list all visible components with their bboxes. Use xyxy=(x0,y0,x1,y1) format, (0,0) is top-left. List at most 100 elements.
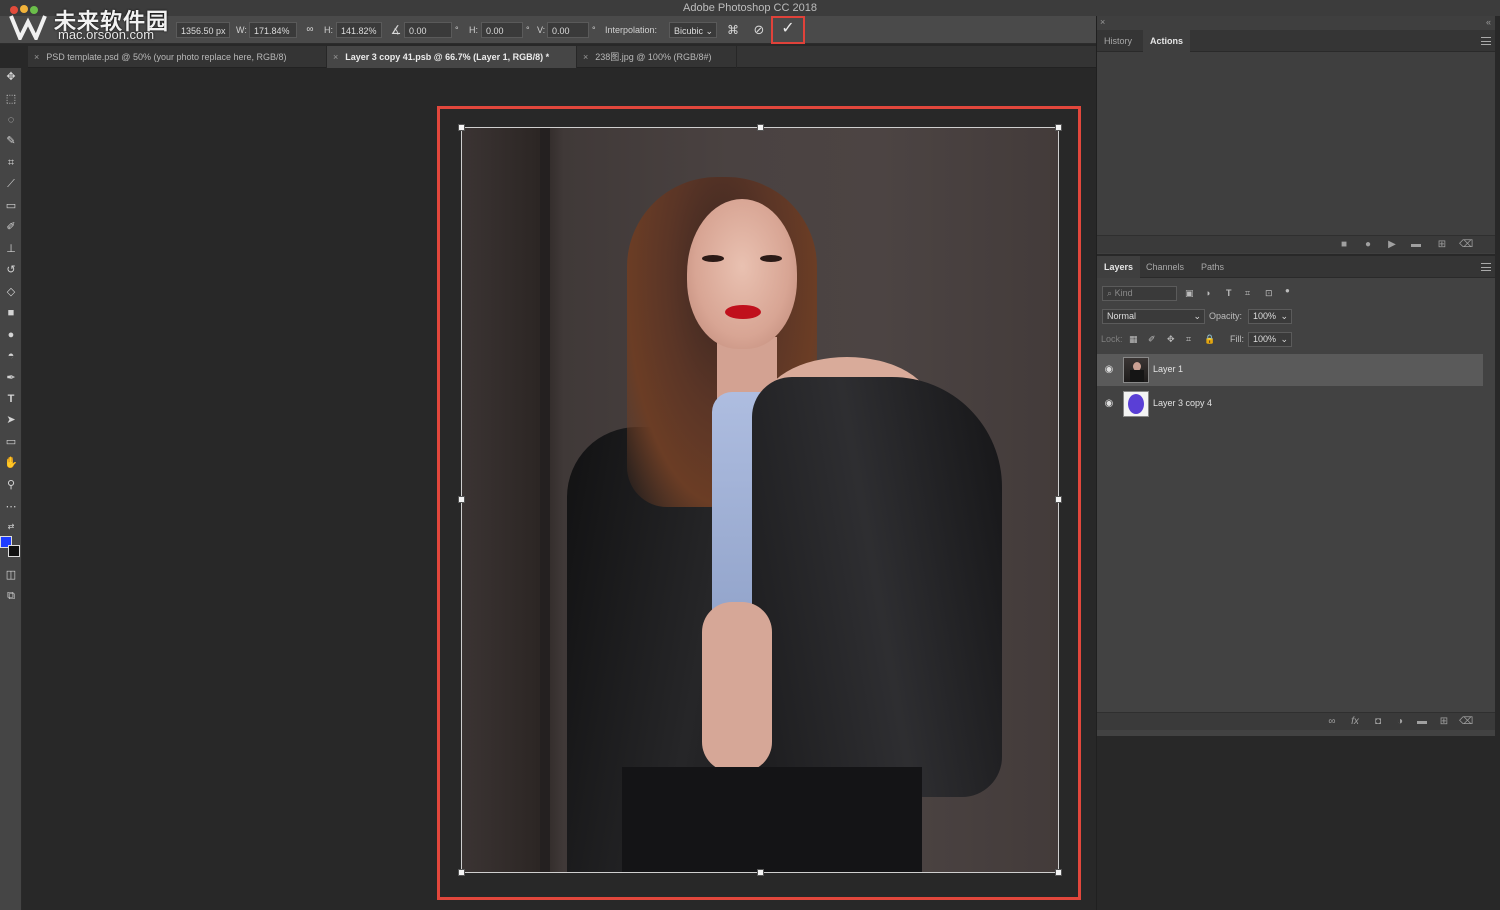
lock-artboard-icon[interactable]: ⌗ xyxy=(1186,332,1191,347)
zoom-tool-icon[interactable]: ⚲ xyxy=(2,476,20,494)
document-tab-active[interactable]: × Layer 3 copy 41.psb @ 66.7% (Layer 1, R… xyxy=(327,46,577,68)
transform-handle-bottom-left[interactable] xyxy=(458,869,465,876)
lock-transparent-icon[interactable]: ▦ xyxy=(1129,332,1138,347)
panel-menu-icon[interactable] xyxy=(1481,263,1491,271)
trash-icon[interactable]: ⌫ xyxy=(1459,715,1473,729)
screen-mode-icon[interactable]: ⧉ xyxy=(2,587,20,605)
collapse-panel-icon[interactable]: « xyxy=(1486,17,1491,27)
crop-tool-icon[interactable]: ⌗ xyxy=(2,154,20,172)
history-brush-tool-icon[interactable]: ↺ xyxy=(2,261,20,279)
rectangle-tool-icon[interactable]: ▭ xyxy=(2,433,20,451)
filter-toggle-icon[interactable]: ● xyxy=(1285,283,1290,298)
opacity-label: Opacity: xyxy=(1209,311,1243,321)
search-icon: ⌕ xyxy=(1107,288,1113,298)
gradient-tool-icon[interactable]: ■ xyxy=(2,304,20,322)
eyedropper-tool-icon[interactable]: ⟋ xyxy=(2,175,20,193)
filter-type-icon[interactable]: T xyxy=(1226,286,1232,301)
dodge-tool-icon[interactable]: ◓ xyxy=(2,347,20,365)
panel-menu-icon[interactable] xyxy=(1481,37,1491,45)
hskew-label: H: xyxy=(469,25,478,35)
tab-channels[interactable]: Channels xyxy=(1139,256,1191,278)
horizontal-skew-field[interactable]: 0.00 xyxy=(481,22,523,38)
layer-row[interactable]: ◉ Layer 3 copy 4 xyxy=(1097,388,1483,420)
vertical-skew-field[interactable]: 0.00 xyxy=(547,22,589,38)
type-tool-icon[interactable]: T xyxy=(2,390,20,408)
quick-mask-icon[interactable]: ◫ xyxy=(2,566,20,584)
move-tool-icon[interactable]: ✥ xyxy=(2,68,20,86)
fx-icon[interactable]: fx xyxy=(1348,715,1362,729)
close-panel-icon[interactable]: × xyxy=(1100,17,1105,27)
new-group-folder-icon[interactable]: ▬ xyxy=(1415,715,1429,729)
document-tab[interactable]: × PSD template.psd @ 50% (your photo repl… xyxy=(28,46,327,68)
layer-row[interactable]: ◉ Layer 1 xyxy=(1097,354,1483,386)
close-tab-icon[interactable]: × xyxy=(583,52,588,62)
lock-all-icon[interactable]: 🔒 xyxy=(1204,332,1215,347)
blur-tool-icon[interactable]: ● xyxy=(2,326,20,344)
document-tab[interactable]: × 238图.jpg @ 100% (RGB/8#) xyxy=(577,46,737,68)
add-mask-icon[interactable]: ◘ xyxy=(1371,715,1385,729)
link-layers-icon[interactable]: ∞ xyxy=(1325,715,1339,729)
transform-handle-right[interactable] xyxy=(1055,496,1062,503)
marquee-tool-icon[interactable]: ⬚ xyxy=(2,90,20,108)
healing-brush-tool-icon[interactable]: ▭ xyxy=(2,197,20,215)
trash-icon[interactable]: ⌫ xyxy=(1459,238,1473,252)
warp-mode-icon[interactable]: ⌘ xyxy=(725,22,741,38)
blend-mode-select[interactable]: Normal ⌄ xyxy=(1102,309,1205,324)
new-set-folder-icon[interactable]: ▬ xyxy=(1409,238,1423,252)
width-field[interactable]: 171.84% xyxy=(249,22,297,38)
swap-colors-icon[interactable]: ⇄ xyxy=(2,518,20,536)
filter-shape-icon[interactable]: ⌗ xyxy=(1245,286,1250,301)
new-action-icon[interactable]: ⊞ xyxy=(1435,238,1449,252)
record-icon[interactable]: ● xyxy=(1361,238,1375,252)
filter-kind-label: Kind xyxy=(1114,288,1133,298)
new-layer-icon[interactable]: ⊞ xyxy=(1437,715,1451,729)
transform-handle-left[interactable] xyxy=(458,496,465,503)
path-selection-tool-icon[interactable]: ➤ xyxy=(2,411,20,429)
transform-handle-bottom[interactable] xyxy=(757,869,764,876)
close-tab-icon[interactable]: × xyxy=(333,52,338,62)
eye-icon[interactable]: ◉ xyxy=(1103,399,1115,409)
adjustment-layer-icon[interactable]: ◑ xyxy=(1393,715,1407,729)
lasso-tool-icon[interactable]: ◌ xyxy=(2,111,20,129)
clone-stamp-tool-icon[interactable]: ⊥ xyxy=(2,240,20,258)
transform-handle-top[interactable] xyxy=(757,124,764,131)
chevron-down-icon: ⌄ xyxy=(1193,311,1201,321)
free-transform-bounding-box[interactable] xyxy=(461,127,1059,873)
transform-handle-top-right[interactable] xyxy=(1055,124,1062,131)
chain-link-icon[interactable]: ∞ xyxy=(302,22,318,38)
cancel-transform-icon[interactable]: ⊘ xyxy=(751,22,767,38)
x-position-field[interactable]: 1356.50 px xyxy=(176,22,230,38)
stop-icon[interactable]: ■ xyxy=(1337,238,1351,252)
lock-image-icon[interactable]: ✐ xyxy=(1148,332,1156,347)
interpolation-select[interactable]: Bicubic ⌄ xyxy=(669,22,717,38)
filter-smart-object-icon[interactable]: ⊡ xyxy=(1265,286,1273,301)
play-icon[interactable]: ▶ xyxy=(1385,238,1399,252)
filter-adjustment-icon[interactable]: ◑ xyxy=(1205,286,1210,301)
brush-tool-icon[interactable]: ✐ xyxy=(2,218,20,236)
quick-selection-tool-icon[interactable]: ✎ xyxy=(2,132,20,150)
height-field[interactable]: 141.82% xyxy=(336,22,382,38)
window-title-bar: Adobe Photoshop CC 2018 xyxy=(0,0,1500,16)
eye-icon[interactable]: ◉ xyxy=(1103,365,1115,375)
filter-pixel-icon[interactable]: ▣ xyxy=(1185,286,1194,301)
rotation-field[interactable]: 0.00 xyxy=(404,22,452,38)
tool-panel: ✥ ⬚ ◌ ✎ ⌗ ⟋ ▭ ✐ ⊥ ↺ ◇ ■ ● ◓ ✒ T ➤ ▭ ✋ ⚲ … xyxy=(0,68,22,910)
tab-history[interactable]: History xyxy=(1097,30,1139,52)
transform-handle-bottom-right[interactable] xyxy=(1055,869,1062,876)
tab-layers[interactable]: Layers xyxy=(1097,256,1141,278)
tab-actions[interactable]: Actions xyxy=(1143,30,1191,52)
opacity-field[interactable]: 100% ⌄ xyxy=(1248,309,1292,324)
hand-tool-icon[interactable]: ✋ xyxy=(2,454,20,472)
degree-symbol: ° xyxy=(592,25,596,35)
fill-field[interactable]: 100% ⌄ xyxy=(1248,332,1292,347)
close-tab-icon[interactable]: × xyxy=(34,52,39,62)
pen-tool-icon[interactable]: ✒ xyxy=(2,369,20,387)
tab-paths[interactable]: Paths xyxy=(1194,256,1231,278)
lock-position-icon[interactable]: ✥ xyxy=(1167,332,1175,347)
eraser-tool-icon[interactable]: ◇ xyxy=(2,283,20,301)
more-tools-icon[interactable]: ⋯ xyxy=(2,498,20,516)
transform-handle-top-left[interactable] xyxy=(458,124,465,131)
commit-transform-button[interactable]: ✓ xyxy=(771,16,805,44)
background-color-swatch[interactable] xyxy=(8,545,20,557)
layer-filter-kind[interactable]: ⌕ Kind xyxy=(1102,286,1177,301)
